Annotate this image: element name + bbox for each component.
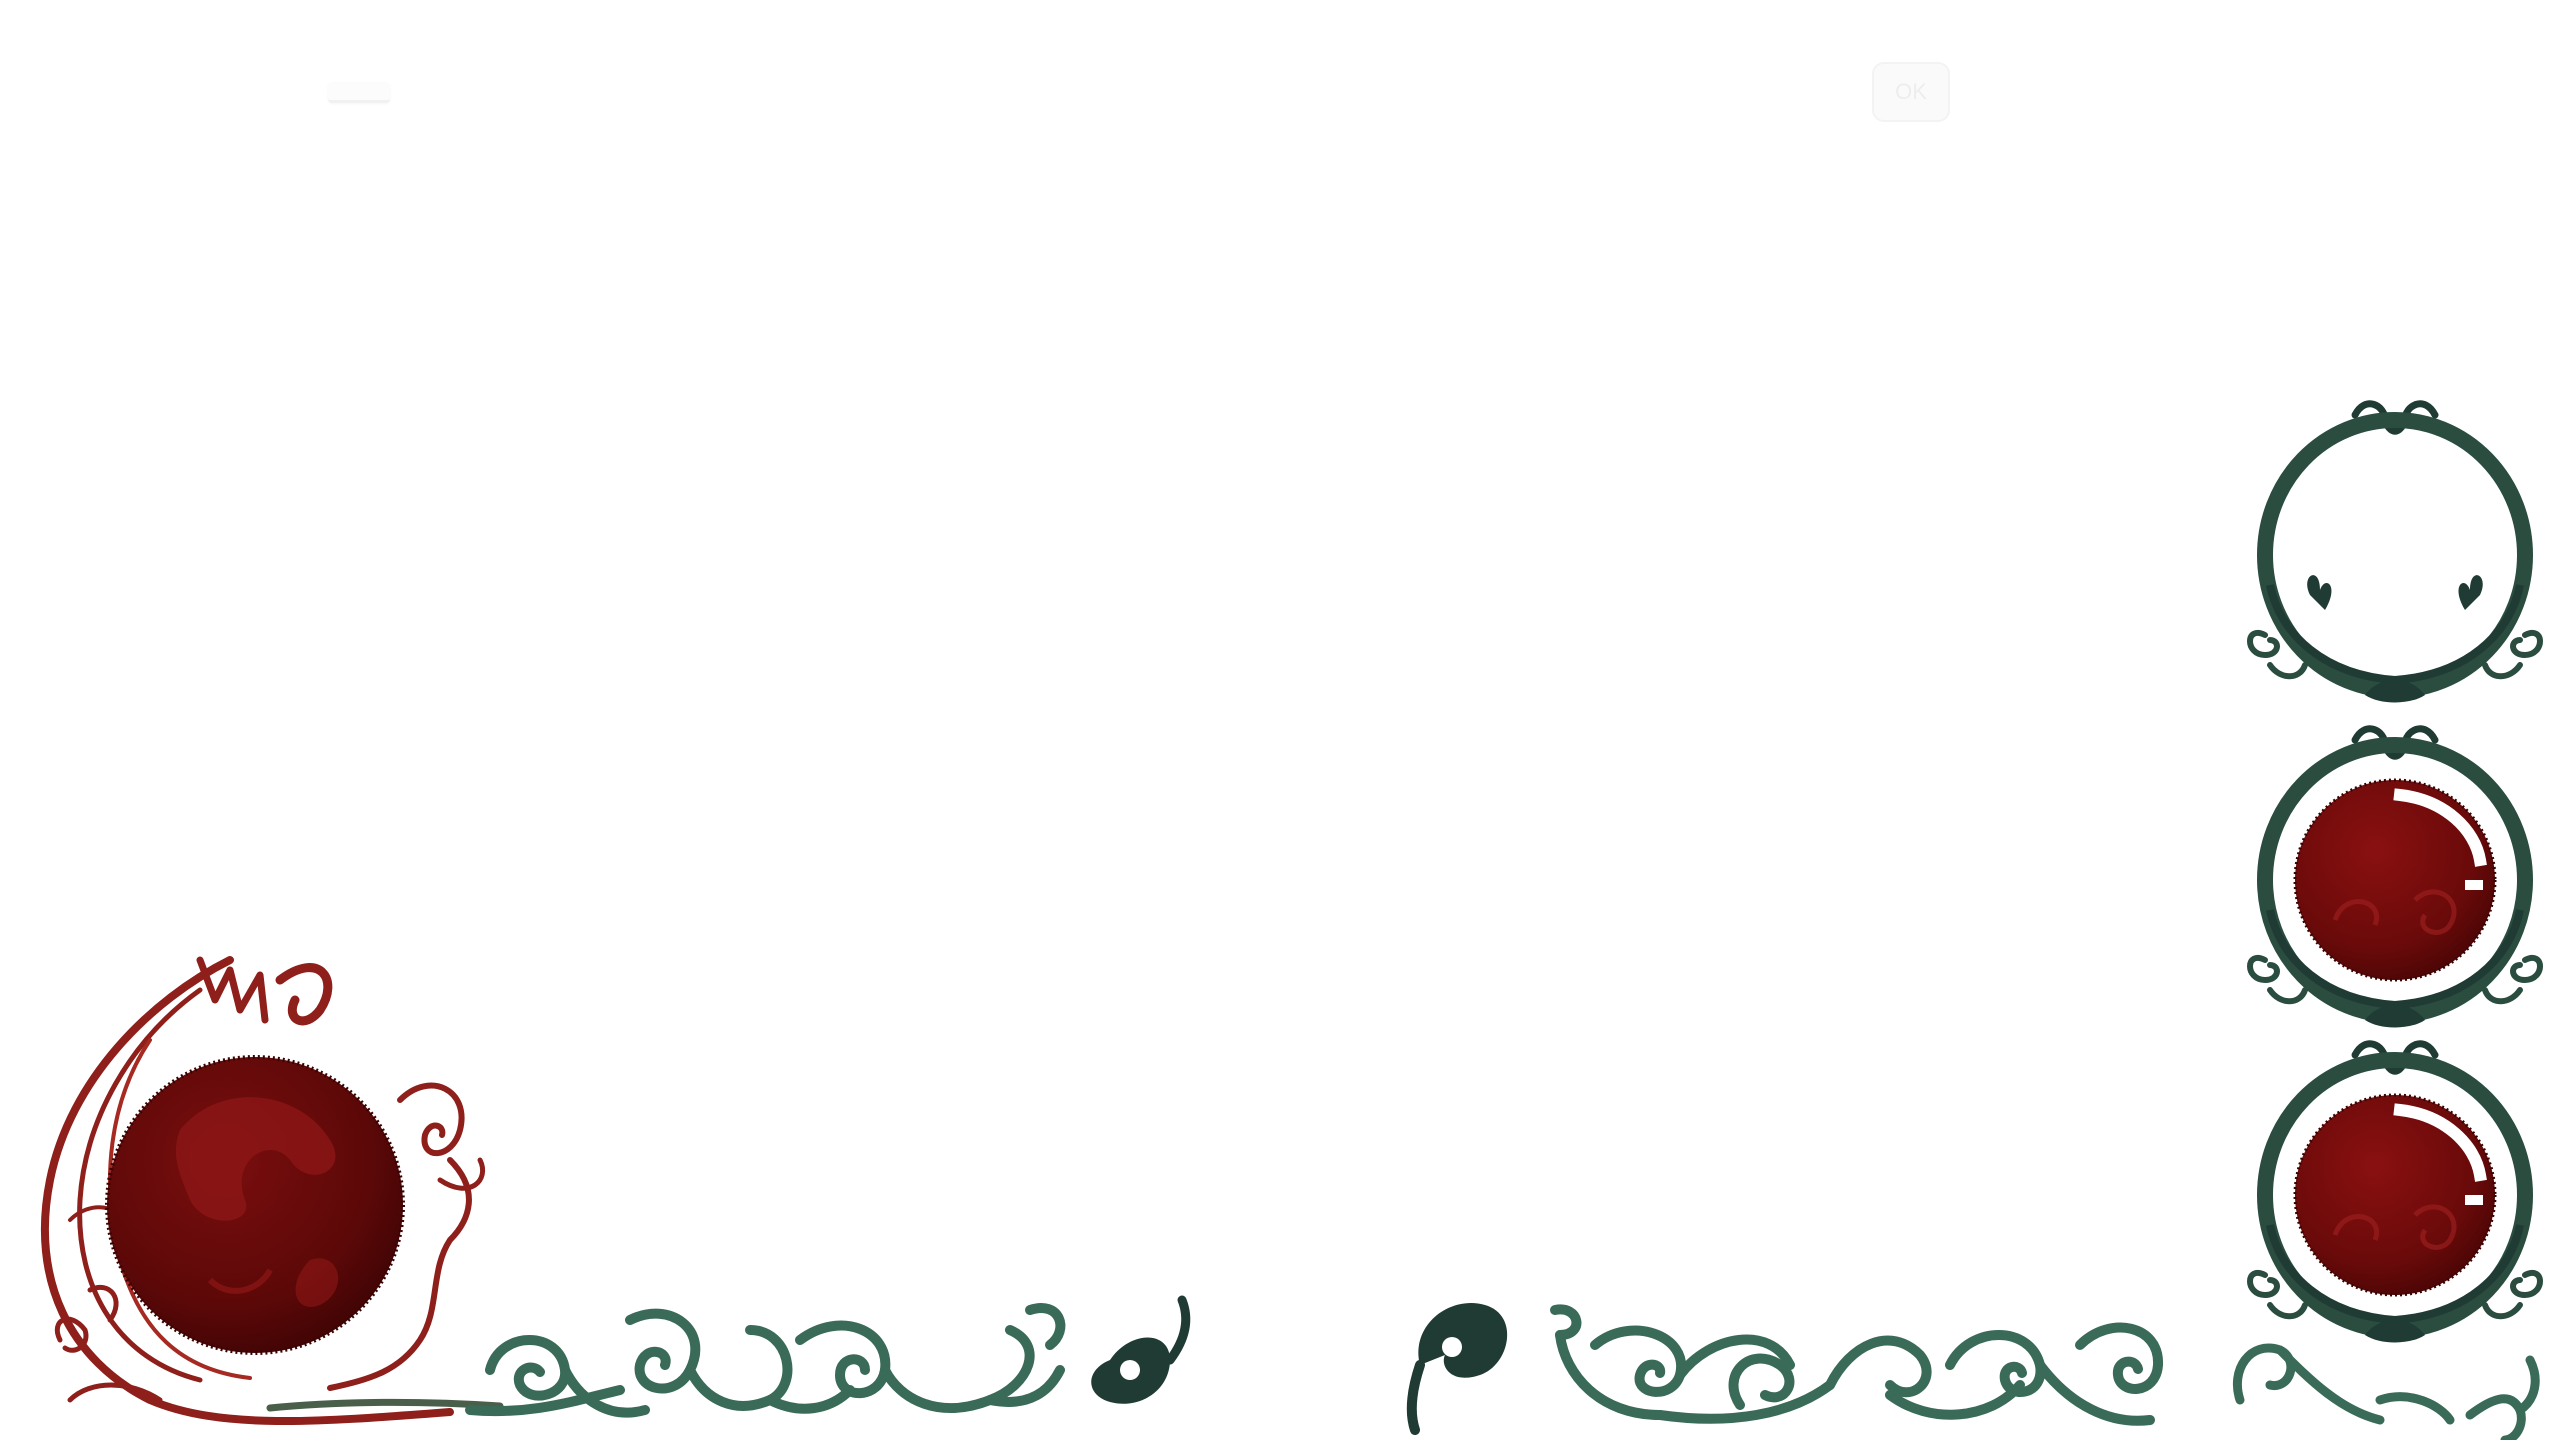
life-slot-2-filled — [2250, 729, 2540, 1028]
bottom-vine-left — [465, 1295, 1191, 1418]
bottom-vine-right — [1406, 1303, 2163, 1435]
top-left-tab[interactable] — [328, 82, 390, 103]
game-screen: OK — [0, 0, 2560, 1440]
life-slot-1-empty — [2250, 404, 2540, 703]
life-slot-3-filled — [2250, 1044, 2540, 1343]
life-column-flourish — [2232, 1343, 2540, 1440]
top-right-button[interactable]: OK — [1872, 62, 1950, 122]
life-orb-column — [2232, 400, 2540, 1440]
